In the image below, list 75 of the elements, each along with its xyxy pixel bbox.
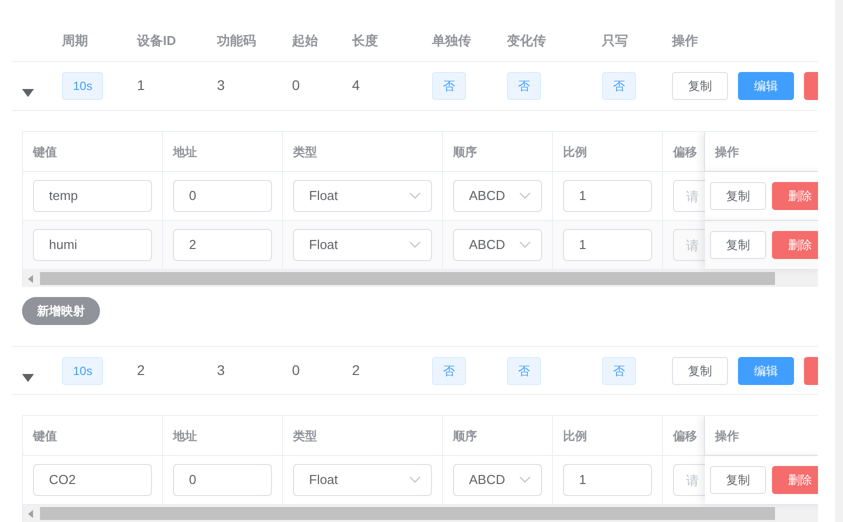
select-field[interactable]: ABCD — [453, 229, 542, 261]
offset-field[interactable]: 请 — [673, 180, 705, 212]
select-field[interactable]: Float — [293, 180, 432, 212]
chevron-down-icon — [519, 476, 531, 484]
tag: 否 — [507, 72, 541, 100]
column-header: 操作 — [715, 144, 739, 160]
offset-field[interactable]: 请 — [673, 464, 705, 496]
select-field[interactable]: Float — [293, 229, 432, 261]
copy-button[interactable]: 复制 — [710, 466, 766, 494]
column-header: 起始 — [292, 32, 318, 48]
chevron-down-icon — [519, 241, 531, 249]
column-header: 地址 — [173, 144, 197, 160]
column-header: 设备ID — [137, 32, 176, 48]
copy-button[interactable]: 复制 — [672, 356, 728, 384]
add-mapping-button[interactable]: 新增映射 — [22, 297, 100, 325]
table-cell: 3 — [217, 77, 225, 93]
table-cell: 0 — [292, 362, 300, 378]
scale-field[interactable]: 1 — [563, 229, 652, 261]
scroll-left-icon[interactable] — [28, 510, 34, 518]
column-header: 比例 — [563, 144, 587, 160]
table-cell: 2 — [352, 362, 360, 378]
chevron-down-icon — [409, 476, 421, 484]
chevron-down-icon — [519, 192, 531, 200]
horizontal-scrollbar[interactable] — [23, 505, 818, 522]
scale-field[interactable]: 1 — [563, 180, 652, 212]
column-header: 功能码 — [217, 32, 256, 48]
column-header: 类型 — [293, 428, 317, 444]
address-field[interactable]: 2 — [173, 229, 272, 261]
key-field[interactable]: temp — [33, 180, 152, 212]
address-field[interactable]: 0 — [173, 464, 272, 496]
tag: 10s — [62, 72, 104, 100]
column-header: 地址 — [173, 428, 197, 444]
column-header: 顺序 — [453, 428, 477, 444]
copy-button[interactable]: 复制 — [710, 231, 766, 259]
tag: 否 — [602, 72, 636, 100]
table-cell: 0 — [292, 77, 300, 93]
column-header: 操作 — [672, 32, 698, 48]
column-header: 类型 — [293, 144, 317, 160]
tag: 10s — [62, 356, 104, 384]
address-field[interactable]: 0 — [173, 180, 272, 212]
tag: 否 — [432, 72, 466, 100]
select-field[interactable]: ABCD — [453, 180, 542, 212]
scroll-left-icon[interactable] — [28, 274, 34, 282]
column-header: 顺序 — [453, 144, 477, 160]
table-cell: 4 — [352, 77, 360, 93]
select-field[interactable]: ABCD — [453, 464, 542, 496]
offset-field[interactable]: 请 — [673, 229, 705, 261]
tag: 否 — [432, 356, 466, 384]
column-header: 单独传 — [432, 32, 471, 48]
column-header: 键值 — [33, 428, 57, 444]
column-header: 变化传 — [507, 32, 546, 48]
copy-button[interactable]: 复制 — [672, 72, 728, 100]
column-header: 只写 — [602, 32, 628, 48]
expand-toggle-icon[interactable] — [22, 374, 34, 382]
column-header: 偏移 — [673, 144, 697, 160]
key-field[interactable]: humi — [33, 229, 152, 261]
column-header: 键值 — [33, 144, 57, 160]
copy-button[interactable]: 复制 — [710, 182, 766, 210]
key-field[interactable]: CO2 — [33, 464, 152, 496]
tag: 否 — [507, 356, 541, 384]
column-header: 比例 — [563, 428, 587, 444]
column-header: 长度 — [352, 32, 378, 48]
column-header: 操作 — [715, 428, 739, 444]
chevron-down-icon — [409, 241, 421, 249]
column-header: 偏移 — [673, 428, 697, 444]
column-header: 周期 — [62, 32, 88, 48]
table-cell: 1 — [137, 77, 145, 93]
horizontal-scrollbar[interactable] — [23, 270, 818, 287]
table-cell: 3 — [217, 362, 225, 378]
expand-toggle-icon[interactable] — [22, 89, 34, 97]
chevron-down-icon — [409, 192, 421, 200]
tag: 否 — [602, 356, 636, 384]
select-field[interactable]: Float — [293, 464, 432, 496]
table-cell: 2 — [137, 362, 145, 378]
scale-field[interactable]: 1 — [563, 464, 652, 496]
